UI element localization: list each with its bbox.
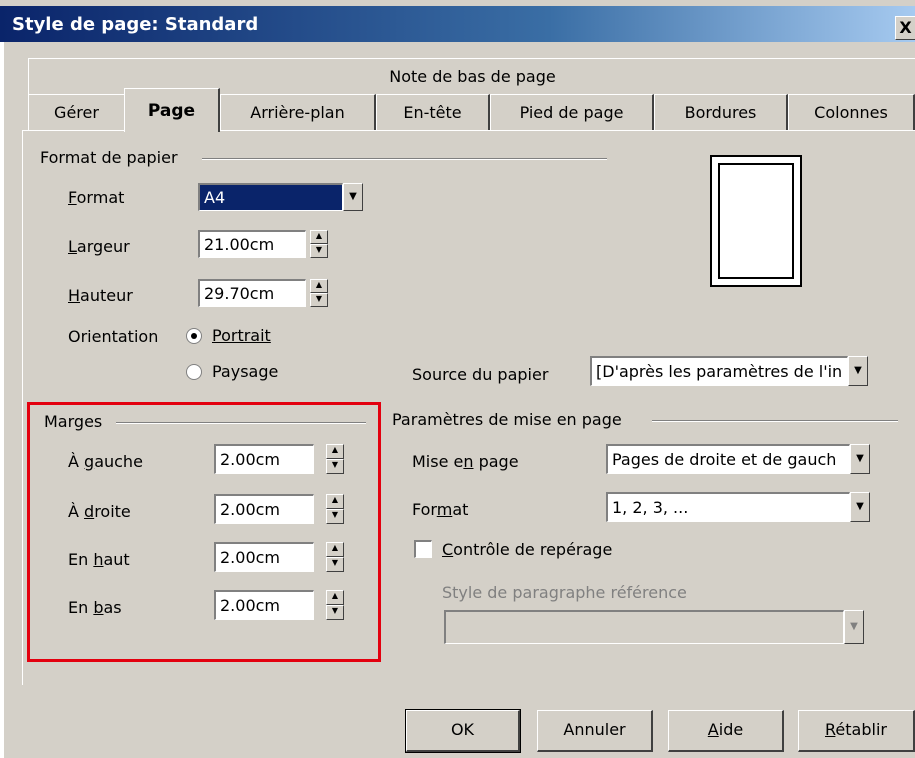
register-true-checkbox[interactable] — [414, 540, 432, 558]
ok-button[interactable]: OK — [405, 709, 521, 753]
landscape-radio[interactable] — [186, 364, 202, 380]
title-bar: Style de page: Standard X — [0, 0, 915, 42]
reference-style-dropdown-button: ▼ — [844, 610, 864, 644]
chevron-down-icon: ▼ — [850, 621, 858, 632]
tab-page[interactable]: Page — [124, 88, 220, 132]
width-spinner[interactable]: ▲ ▼ — [310, 230, 328, 258]
paper-group-line — [202, 158, 607, 160]
paper-source-dropdown-button[interactable]: ▼ — [848, 356, 868, 386]
layout-group-label: Paramètres de mise en page — [392, 410, 622, 429]
format-label: Format — [68, 188, 125, 207]
height-input[interactable]: 29.70cm — [198, 279, 306, 307]
margin-top-input[interactable]: 2.00cm — [214, 542, 314, 572]
width-label: Largeur — [68, 237, 130, 256]
chevron-down-icon: ▼ — [349, 191, 357, 202]
spin-down-icon[interactable]: ▼ — [326, 459, 344, 474]
spin-up-icon[interactable]: ▲ — [326, 494, 344, 509]
tab-colonnes[interactable]: Colonnes — [788, 94, 915, 130]
height-spinner[interactable]: ▲ ▼ — [310, 279, 328, 307]
page-layout-label: Mise en page — [412, 452, 519, 471]
spin-down-icon[interactable]: ▼ — [310, 244, 328, 258]
margin-left-input[interactable]: 2.00cm — [214, 444, 314, 474]
window-title: Style de page: Standard — [12, 14, 259, 35]
tab-bordures[interactable]: Bordures — [654, 94, 788, 130]
numbering-format-dropdown-button[interactable]: ▼ — [850, 492, 870, 522]
page-layout-select[interactable]: Pages de droite et de gauch — [606, 444, 850, 474]
spin-down-icon[interactable]: ▼ — [310, 293, 328, 307]
page-layout-dropdown-button[interactable]: ▼ — [850, 444, 870, 474]
margin-bottom-input[interactable]: 2.00cm — [214, 590, 314, 620]
tab-arriere-plan[interactable]: Arrière-plan — [220, 94, 376, 130]
numbering-format-select[interactable]: 1, 2, 3, ... — [606, 492, 850, 522]
help-button[interactable]: Aide — [668, 710, 784, 752]
numbering-format-label: Format — [412, 500, 469, 519]
reference-style-select — [444, 610, 844, 644]
margin-top-spinner[interactable]: ▲ ▼ — [326, 542, 344, 572]
margins-group-line — [116, 422, 366, 424]
spin-down-icon[interactable]: ▼ — [326, 509, 344, 524]
paper-group-label: Format de papier — [40, 148, 178, 167]
margin-right-input[interactable]: 2.00cm — [214, 494, 314, 524]
layout-group-line — [652, 420, 898, 422]
tab-pied-de-page[interactable]: Pied de page — [490, 94, 654, 130]
height-label: Hauteur — [68, 286, 133, 305]
width-input[interactable]: 21.00cm — [198, 230, 306, 258]
window-left-edge — [0, 42, 4, 758]
spin-down-icon[interactable]: ▼ — [326, 605, 344, 620]
paper-source-select[interactable]: [D'après les paramètres de l'in — [590, 356, 848, 386]
margin-left-spinner[interactable]: ▲ ▼ — [326, 444, 344, 474]
landscape-label[interactable]: Paysage — [212, 362, 278, 381]
paper-source-label: Source du papier — [412, 365, 549, 384]
margin-top-label: En haut — [68, 550, 130, 569]
format-select[interactable]: A4 — [198, 183, 343, 211]
spin-up-icon[interactable]: ▲ — [326, 444, 344, 459]
reset-button[interactable]: Rétablir — [798, 710, 915, 752]
spin-up-icon[interactable]: ▲ — [310, 279, 328, 293]
reference-style-label: Style de paragraphe référence — [442, 583, 687, 602]
margins-group-label: Marges — [44, 412, 103, 431]
spin-up-icon[interactable]: ▲ — [310, 230, 328, 244]
tab-en-tete[interactable]: En-tête — [376, 94, 490, 130]
margin-right-label: À droite — [68, 502, 131, 521]
chevron-down-icon: ▼ — [856, 453, 864, 464]
orientation-label: Orientation — [68, 327, 159, 346]
spin-up-icon[interactable]: ▲ — [326, 590, 344, 605]
margin-right-spinner[interactable]: ▲ ▼ — [326, 494, 344, 524]
portrait-label[interactable]: Portrait — [212, 326, 271, 345]
register-true-label[interactable]: Contrôle de repérage — [442, 540, 612, 559]
spin-down-icon[interactable]: ▼ — [326, 557, 344, 572]
tab-gerer[interactable]: Gérer — [28, 94, 126, 130]
chevron-down-icon: ▼ — [854, 365, 862, 376]
page-preview — [710, 155, 802, 287]
margin-left-label: À gauche — [68, 452, 143, 471]
portrait-radio[interactable] — [186, 328, 202, 344]
cancel-button[interactable]: Annuler — [537, 710, 653, 752]
margins-highlight-box — [27, 402, 381, 662]
spin-up-icon[interactable]: ▲ — [326, 542, 344, 557]
close-button[interactable]: X — [895, 16, 915, 40]
format-dropdown-button[interactable]: ▼ — [343, 183, 363, 211]
margin-bottom-label: En bas — [68, 598, 122, 617]
margin-bottom-spinner[interactable]: ▲ ▼ — [326, 590, 344, 620]
chevron-down-icon: ▼ — [856, 501, 864, 512]
